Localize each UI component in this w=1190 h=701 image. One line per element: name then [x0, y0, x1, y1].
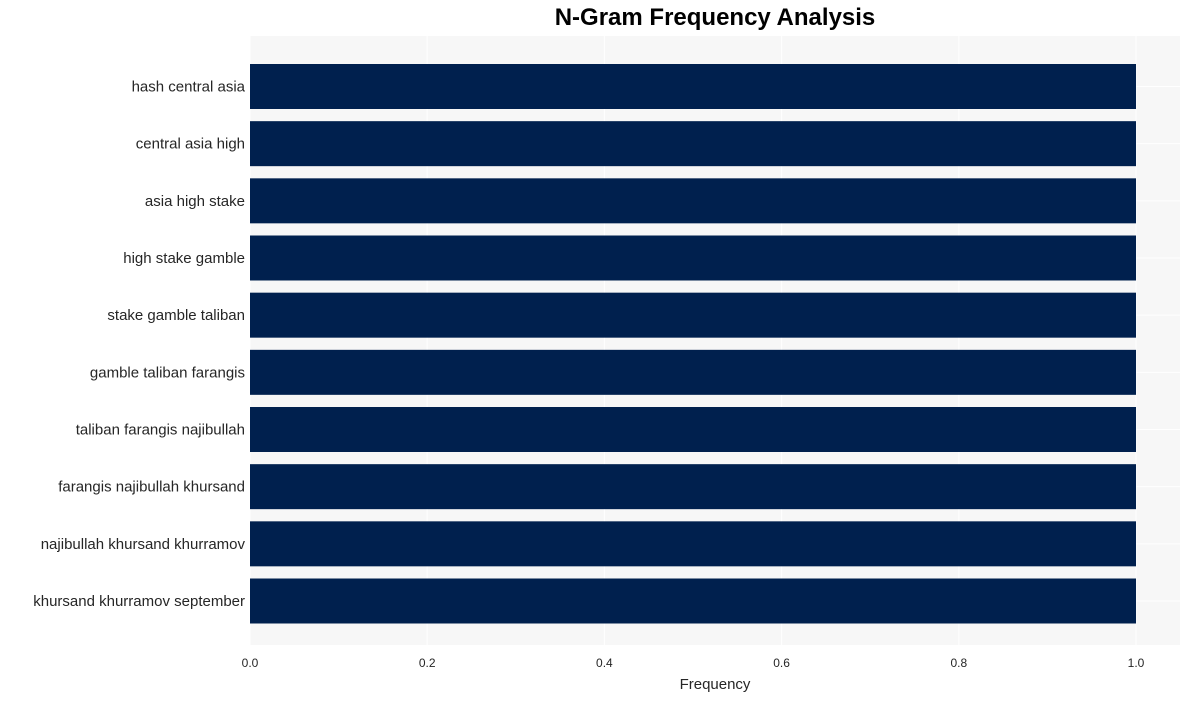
x-tick-label: 0.8 — [950, 656, 967, 670]
bar — [250, 349, 1136, 395]
y-tick-label: high stake gamble — [123, 250, 245, 267]
y-tick-labels: hash central asia central asia high asia h… — [33, 79, 245, 611]
bar — [250, 178, 1136, 224]
y-tick-label: hash central asia — [132, 79, 246, 96]
y-tick-label: taliban farangis najibullah — [76, 422, 245, 439]
bar — [250, 292, 1136, 338]
y-tick-label: gamble taliban farangis — [90, 364, 245, 381]
bar — [250, 464, 1136, 510]
y-tick-label: khursand khurramov september — [33, 593, 245, 610]
x-tick-label: 0.4 — [596, 656, 613, 670]
bar — [250, 235, 1136, 281]
bar — [250, 578, 1136, 624]
x-axis-label: Frequency — [680, 676, 751, 693]
bar — [250, 521, 1136, 567]
x-tick-labels: 0.0 0.2 0.4 0.6 0.8 1.0 — [242, 656, 1145, 670]
bar-chart: hash central asia central asia high asia h… — [33, 36, 1180, 693]
y-tick-label: najibullah khursand khurramov — [41, 536, 246, 553]
bar — [250, 121, 1136, 167]
x-tick-label: 0.2 — [419, 656, 436, 670]
y-tick-label: central asia high — [136, 136, 245, 153]
y-tick-label: asia high stake — [145, 193, 245, 210]
x-tick-label: 1.0 — [1128, 656, 1145, 670]
y-tick-label: stake gamble taliban — [107, 307, 245, 324]
x-tick-label: 0.6 — [773, 656, 790, 670]
bar — [250, 407, 1136, 452]
y-tick-label: farangis najibullah khursand — [58, 479, 245, 496]
x-tick-label: 0.0 — [242, 656, 259, 670]
bar — [250, 64, 1136, 109]
